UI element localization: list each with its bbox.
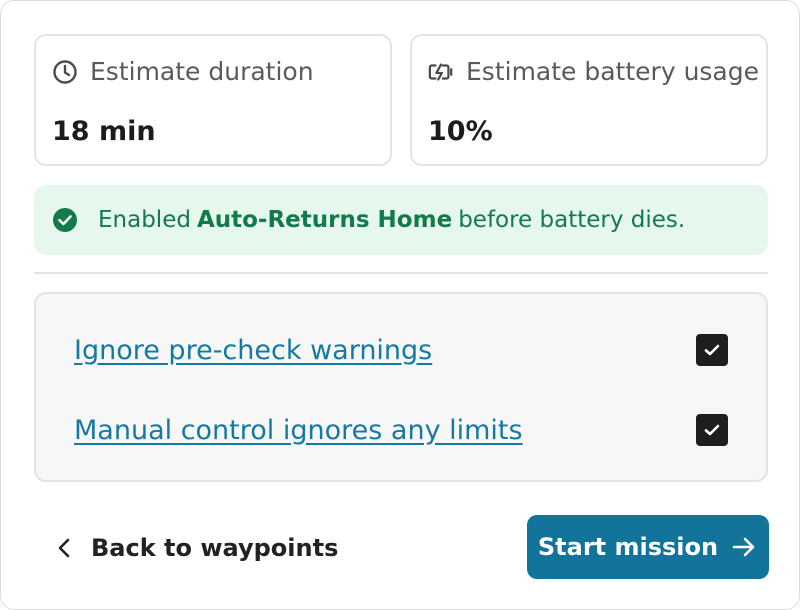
ignore-warnings-checkbox[interactable] [696,334,728,366]
clock-icon [52,59,78,85]
option-row-manual-control: Manual control ignores any limits [74,410,728,450]
duration-header: Estimate duration [52,57,314,86]
checkmark-icon [704,344,720,356]
options-box: Ignore pre-check warnings Manual control… [34,292,768,482]
battery-label: Estimate battery usage [466,57,760,86]
notice-highlight: Auto-Returns Home [196,207,453,233]
mission-summary-panel: Estimate duration 18 min Estimate batter… [0,0,800,610]
notice-prefix: Enabled [98,207,191,233]
chevron-left-icon [53,536,77,560]
ignore-warnings-link[interactable]: Ignore pre-check warnings [74,335,432,366]
back-label: Back to waypoints [91,534,339,562]
manual-control-link[interactable]: Manual control ignores any limits [74,415,523,446]
back-to-waypoints-button[interactable]: Back to waypoints [53,528,338,568]
battery-value: 10% [428,116,493,147]
auto-return-notice: Enabled Auto-Returns Home before battery… [34,185,768,255]
duration-value: 18 min [52,116,156,147]
option-row-ignore-warnings: Ignore pre-check warnings [74,330,728,370]
start-mission-button[interactable]: Start mission [527,515,769,579]
checkmark-icon [704,424,720,436]
duration-card: Estimate duration 18 min [34,34,392,166]
notice-suffix: before battery dies. [458,207,686,233]
check-circle-icon [52,207,78,233]
duration-label: Estimate duration [90,57,314,86]
start-label: Start mission [537,533,719,561]
battery-header: Estimate battery usage [428,57,759,86]
divider [34,272,768,274]
battery-charging-icon [428,59,454,85]
manual-control-checkbox[interactable] [696,414,728,446]
battery-card: Estimate battery usage 10% [410,34,768,166]
arrow-right-icon [730,533,758,561]
